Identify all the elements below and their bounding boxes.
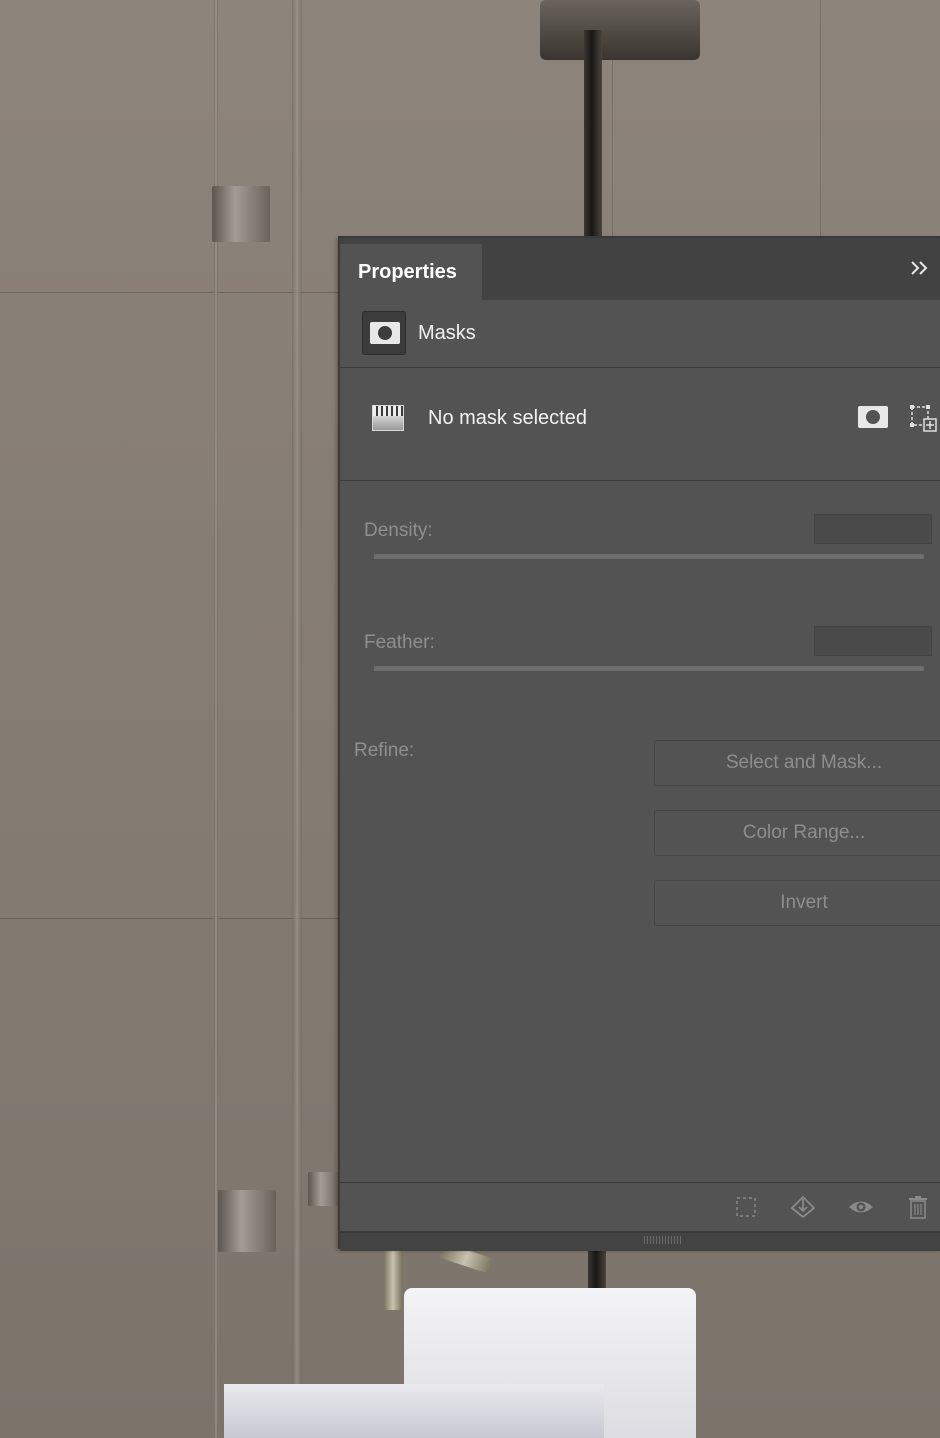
vector-mask-icon [910, 405, 937, 432]
selection-from-mask-button[interactable] [734, 1195, 758, 1219]
invert-button[interactable]: Invert [654, 880, 940, 926]
mask-status-text: No mask selected [428, 407, 587, 429]
density-label: Density: [364, 520, 433, 541]
door-handle [308, 1172, 340, 1206]
mask-icon[interactable] [362, 311, 406, 355]
apply-mask-icon [790, 1195, 816, 1219]
panel-resize-strip[interactable] [340, 1231, 940, 1251]
glass-clamp [540, 0, 700, 60]
door-hinge [218, 1190, 276, 1252]
toggle-mask-visibility-button[interactable] [848, 1195, 873, 1219]
panel-footer [340, 1182, 940, 1231]
selection-from-mask-icon [736, 1197, 756, 1217]
tile-seam [0, 292, 340, 293]
add-vector-mask-button[interactable] [909, 404, 937, 432]
resize-grip-icon [644, 1236, 682, 1244]
gradient-thumbnail-icon [372, 405, 404, 431]
panel-collapse-button[interactable] [906, 256, 934, 284]
tile-seam [820, 0, 821, 236]
double-chevron-right-icon [911, 261, 928, 275]
delete-mask-button[interactable] [906, 1195, 930, 1219]
density-input[interactable] [814, 514, 932, 544]
feather-slider[interactable] [374, 666, 924, 671]
support-pole [584, 30, 602, 240]
tile-seam [0, 918, 340, 919]
eye-icon [849, 1201, 873, 1213]
panel-tab-bar: Properties [340, 238, 940, 301]
apply-mask-button[interactable] [790, 1195, 816, 1219]
glass-door-edge [292, 0, 302, 1438]
refine-label: Refine: [354, 740, 415, 761]
bathtub-edge [224, 1384, 604, 1438]
masks-section-header: Masks [340, 300, 940, 368]
mask-status-row: No mask selected [340, 368, 940, 481]
add-pixel-mask-button[interactable] [858, 406, 888, 428]
density-slider[interactable] [374, 554, 924, 559]
properties-panel: Properties Masks No mask selected Densit… [338, 236, 940, 1251]
door-hinge [212, 186, 270, 242]
color-range-button[interactable]: Color Range... [654, 810, 940, 856]
feather-label: Feather: [364, 632, 435, 653]
feather-input[interactable] [814, 626, 932, 656]
trash-icon [909, 1196, 927, 1219]
section-title: Masks [418, 322, 476, 344]
tab-properties[interactable]: Properties [340, 244, 482, 300]
select-and-mask-button[interactable]: Select and Mask... [654, 740, 940, 786]
faucet [384, 1246, 402, 1310]
